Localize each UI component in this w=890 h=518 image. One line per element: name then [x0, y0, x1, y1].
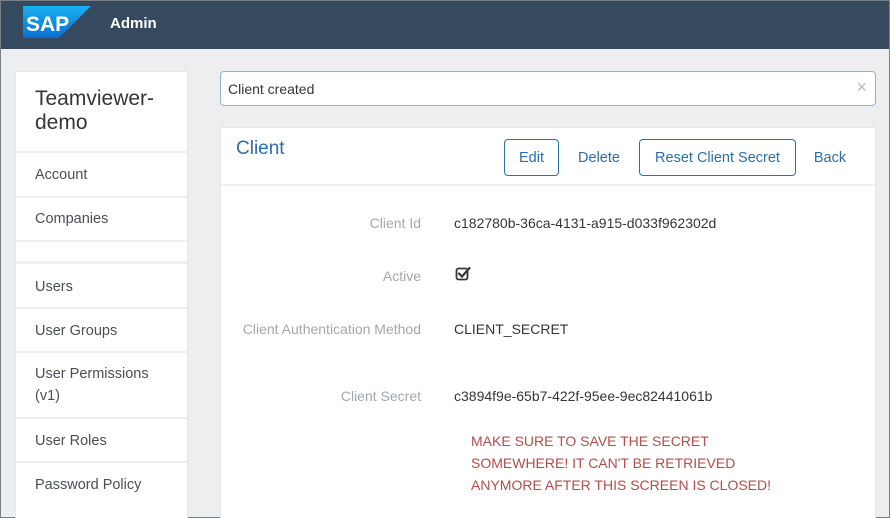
active-checkbox-icon [455, 266, 471, 282]
sidebar-item-user-permissions[interactable]: User Permissions (v1) [16, 351, 187, 417]
active-label: Active [382, 268, 421, 284]
panel-header: Client Edit Delete Reset Client Secret B… [221, 128, 875, 186]
auth-method-label: Client Authentication Method [242, 321, 421, 337]
sidebar-item-label: Companies [35, 211, 109, 227]
page-title: Client [236, 138, 285, 159]
sidebar: Teamviewer-demo Account Companies Users … [15, 71, 188, 518]
client-id-value: c182780b-36ca-4131-a915-d033f962302d [454, 215, 717, 231]
sap-logo[interactable]: SAP [23, 6, 91, 38]
reset-client-secret-button[interactable]: Reset Client Secret [639, 139, 796, 176]
sidebar-item-account[interactable]: Account [16, 151, 187, 196]
sidebar-item-password-policy[interactable]: Password Policy [16, 461, 187, 511]
sidebar-item-users[interactable]: Users [16, 261, 187, 307]
sidebar-item-label: User Permissions (v1) [35, 366, 149, 404]
sidebar-item-companies[interactable]: Companies [16, 196, 187, 240]
notification-message: Client created [228, 81, 315, 97]
back-button[interactable]: Back [805, 139, 855, 176]
sidebar-item-label: Account [35, 167, 88, 183]
close-icon[interactable]: × [856, 77, 867, 98]
sidebar-item-label: Password Policy [35, 477, 142, 493]
secret-warning: MAKE SURE TO SAVE THE SECRET SOMEWHERE! … [471, 433, 772, 493]
sidebar-item-label: Users [35, 279, 73, 295]
shell-bar: SAP Admin [1, 1, 889, 49]
delete-button[interactable]: Delete [569, 139, 629, 176]
client-id-label: Client Id [369, 215, 421, 231]
auth-method-value: CLIENT_SECRET [454, 321, 569, 337]
sidebar-item-user-groups[interactable]: User Groups [16, 307, 187, 351]
app-title: Admin [110, 15, 157, 32]
sidebar-item-label: User Roles [35, 433, 107, 449]
tenant-name: Teamviewer-demo [35, 87, 155, 134]
svg-text:SAP: SAP [26, 13, 69, 36]
client-secret-value: c3894f9e-65b7-422f-95ee-9ec82441061b [454, 388, 713, 404]
sidebar-item-label: User Groups [35, 323, 118, 339]
client-details-panel: Client Edit Delete Reset Client Secret B… [220, 127, 876, 518]
sidebar-spacer [16, 240, 187, 261]
edit-button[interactable]: Edit [504, 139, 559, 176]
notification-bar: Client created × [220, 71, 876, 106]
client-secret-label: Client Secret [340, 388, 421, 404]
sidebar-item-user-roles[interactable]: User Roles [16, 417, 187, 461]
